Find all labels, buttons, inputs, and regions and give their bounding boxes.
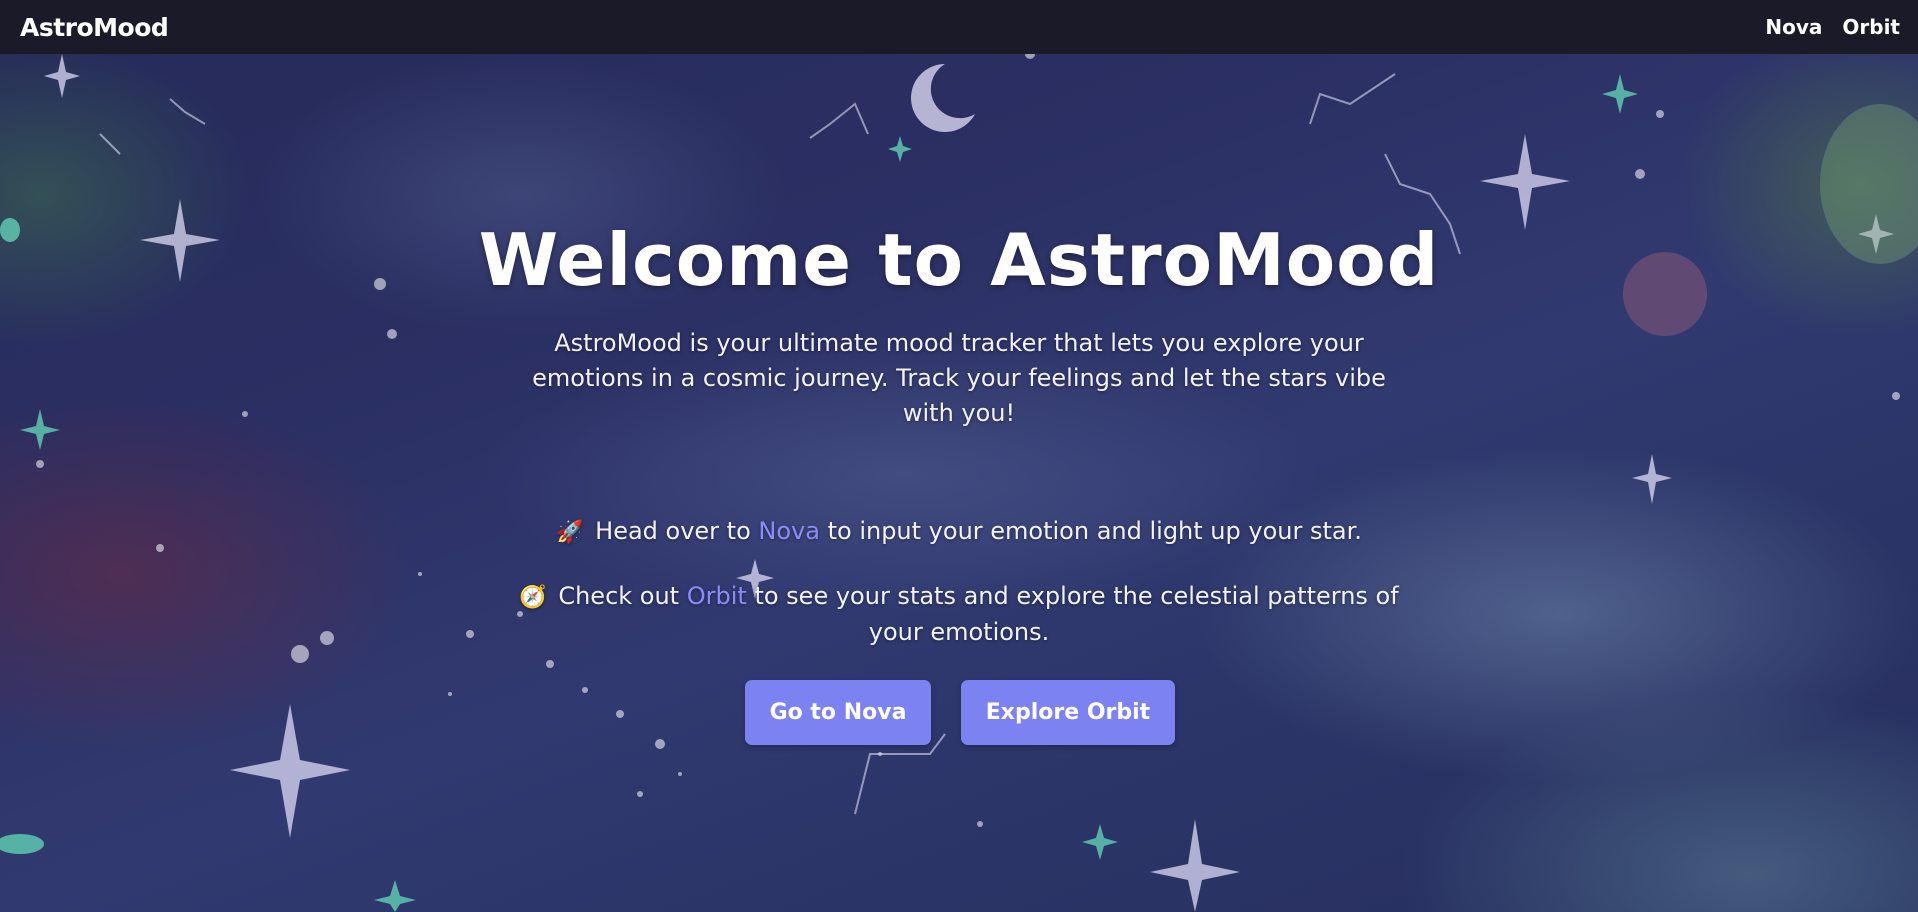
cosmic-background-art xyxy=(0,54,1918,912)
rocket-icon: 🚀 xyxy=(556,520,584,545)
orbit-inline-link[interactable]: Orbit xyxy=(687,582,747,610)
nova-line-text-before: Head over to xyxy=(595,517,751,545)
orbit-info-line: 🧭 Check out Orbit to see your stats and … xyxy=(509,579,1409,650)
hero-description: AstroMood is your ultimate mood tracker … xyxy=(532,329,1386,427)
compass-icon: 🧭 xyxy=(519,585,547,610)
nova-info-line: 🚀 Head over to Nova to input your emotio… xyxy=(509,514,1409,550)
hero-title: Welcome to AstroMood xyxy=(478,218,1440,302)
orbit-line-text-before: Check out xyxy=(558,582,680,610)
nav-links: Nova Orbit xyxy=(1765,15,1900,39)
nova-line-text-after: to input your emotion and light up your … xyxy=(827,517,1362,545)
nav-link-nova[interactable]: Nova xyxy=(1765,15,1822,39)
explore-orbit-button[interactable]: Explore Orbit xyxy=(961,680,1175,745)
top-navbar: AstroMood Nova Orbit xyxy=(0,0,1918,54)
hero-section: Welcome to AstroMood AstroMood is your u… xyxy=(0,54,1918,912)
nova-inline-link[interactable]: Nova xyxy=(758,517,820,545)
orbit-line-text-after: to see your stats and explore the celest… xyxy=(754,582,1399,646)
go-to-nova-button[interactable]: Go to Nova xyxy=(745,680,931,745)
brand-logo-link[interactable]: AstroMood xyxy=(20,13,169,42)
nav-link-orbit[interactable]: Orbit xyxy=(1842,15,1900,39)
